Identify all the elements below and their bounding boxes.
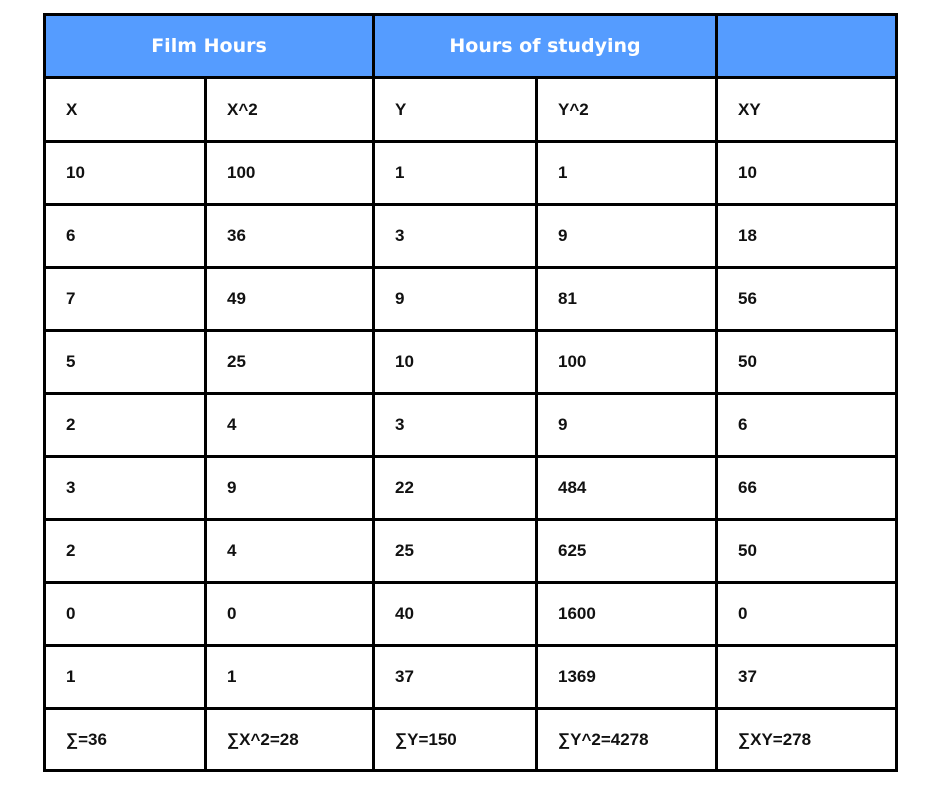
table-row: 1 1 37 1369 37 [43,644,898,710]
cell-y: 25 [372,518,538,584]
cell-xy: 18 [715,203,898,269]
table-row: 0 0 40 1600 0 [43,581,898,647]
cell-y-squared: 1600 [535,581,718,647]
cell-x-squared: 25 [204,329,375,395]
cell-y-squared: 484 [535,455,718,521]
sums-row: ∑=36 ∑X^2=28 ∑Y=150 ∑Y^2=4278 ∑XY=278 [43,707,898,772]
cell-x-squared: 9 [204,455,375,521]
cell-xy: 10 [715,140,898,206]
table-row: 7 49 9 81 56 [43,266,898,332]
cell-x: 10 [43,140,207,206]
column-header-row: X X^2 Y Y^2 XY [43,76,898,143]
cell-xy: 50 [715,518,898,584]
table-row: 10 100 1 1 10 [43,140,898,206]
sum-x-squared: ∑X^2=28 [204,707,375,772]
cell-x-squared: 100 [204,140,375,206]
cell-y: 1 [372,140,538,206]
cell-y-squared: 9 [535,392,718,458]
group-header-empty [715,13,898,79]
cell-x: 2 [43,518,207,584]
cell-x-squared: 36 [204,203,375,269]
cell-xy: 0 [715,581,898,647]
cell-xy: 6 [715,392,898,458]
cell-x: 0 [43,581,207,647]
column-header-y-squared: Y^2 [535,76,718,143]
cell-y-squared: 625 [535,518,718,584]
cell-xy: 37 [715,644,898,710]
cell-y-squared: 1369 [535,644,718,710]
cell-x: 6 [43,203,207,269]
table-row: 24396 [43,392,898,458]
cell-y-squared: 81 [535,266,718,332]
column-header-x-squared: X^2 [204,76,375,143]
cell-y: 37 [372,644,538,710]
table-row: 3 9 22 484 66 [43,455,898,521]
table-row: 2 4 25 625 50 [43,518,898,584]
column-header-xy: XY [715,76,898,143]
cell-xy: 66 [715,455,898,521]
cell-x: 5 [43,329,207,395]
cell-y-squared: 1 [535,140,718,206]
cell-x-squared: 4 [204,392,375,458]
cell-x-squared: 1 [204,644,375,710]
cell-x-squared: 0 [204,581,375,647]
cell-y-squared: 100 [535,329,718,395]
group-header-row: Film Hours Hours of studying [43,13,898,79]
cell-y: 10 [372,329,538,395]
cell-x-squared: 49 [204,266,375,332]
sum-x: ∑=36 [43,707,207,772]
cell-x: 1 [43,644,207,710]
group-header-hours-of-studying: Hours of studying [372,13,718,79]
cell-x: 2 [43,392,207,458]
cell-y: 9 [372,266,538,332]
cell-x-squared: 4 [204,518,375,584]
column-header-y: Y [372,76,538,143]
cell-xy: 56 [715,266,898,332]
sum-xy: ∑XY=278 [715,707,898,772]
cell-y: 40 [372,581,538,647]
cell-y: 22 [372,455,538,521]
cell-x: 3 [43,455,207,521]
group-header-film-hours: Film Hours [43,13,375,79]
statistics-table: Film Hours Hours of studying X X^2 Y Y^2… [43,13,898,772]
sum-y: ∑Y=150 [372,707,538,772]
cell-y-squared: 9 [535,203,718,269]
cell-y: 3 [372,392,538,458]
sum-y-squared: ∑Y^2=4278 [535,707,718,772]
table-row: 6 36 3 9 18 [43,203,898,269]
table-row: 5 25 10 100 50 [43,329,898,395]
cell-y: 3 [372,203,538,269]
cell-x: 7 [43,266,207,332]
cell-xy: 50 [715,329,898,395]
column-header-x: X [43,76,207,143]
